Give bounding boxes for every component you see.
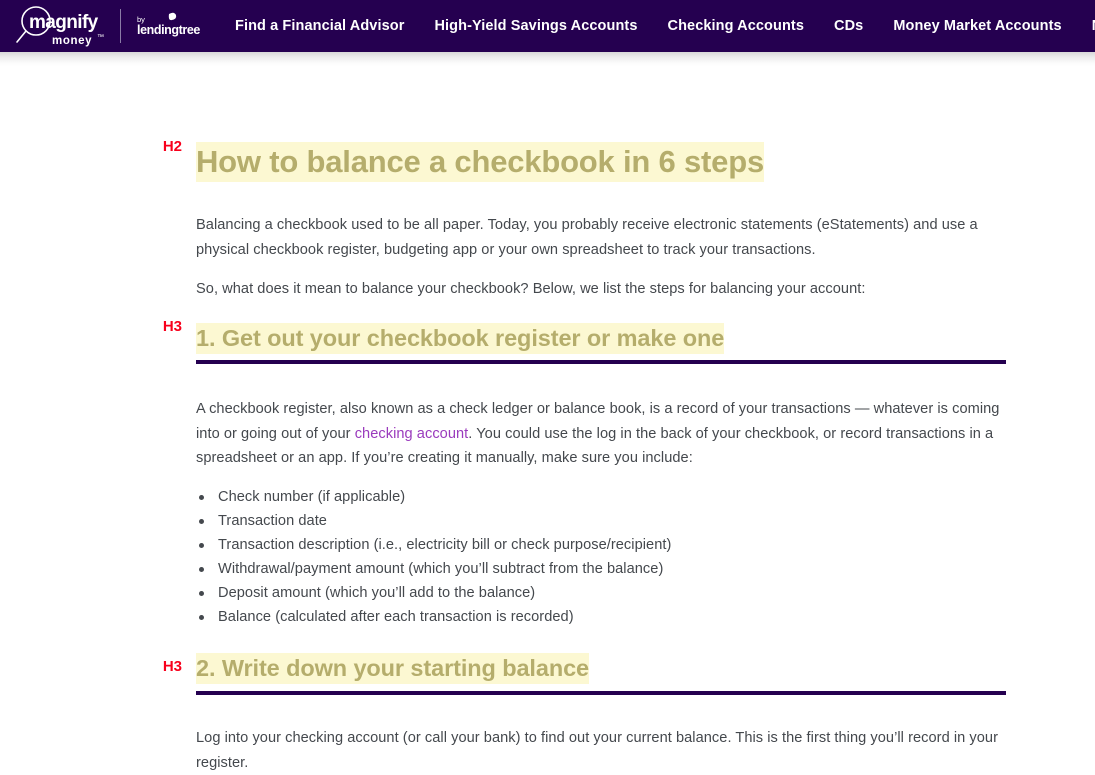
list-item: Withdrawal/payment amount (which you’ll … — [196, 557, 896, 581]
list-item: Deposit amount (which you’ll add to the … — [196, 581, 896, 605]
heading-level-marker-h2: H2 — [162, 138, 182, 155]
nav-link-high-yield-savings-accounts[interactable]: High-Yield Savings Accounts — [434, 18, 637, 34]
site-header-navbar: magnify money ™ by lendingtree Find a Fi… — [0, 0, 1095, 52]
nav-link-find-a-financial-advisor[interactable]: Find a Financial Advisor — [235, 18, 404, 34]
lendingtree-logo[interactable]: by lendingtree — [135, 9, 209, 43]
svg-text:money: money — [52, 35, 92, 47]
logo-divider — [120, 9, 121, 43]
section-1-divider — [196, 360, 1006, 364]
intro-paragraph-1: Balancing a checkbook used to be all pap… — [196, 217, 978, 258]
list-item: Transaction date — [196, 509, 896, 533]
primary-navigation: Find a Financial Advisor High-Yield Savi… — [235, 18, 1095, 34]
section-2-heading-text: 2. Write down your starting balance — [196, 653, 589, 684]
section-1-heading: 1. Get out your checkbook register or ma… — [196, 322, 724, 354]
list-item: Transaction description (i.e., electrici… — [196, 533, 896, 557]
heading-level-marker-h3-section-1: H3 — [162, 318, 182, 335]
list-item: Check number (if applicable) — [196, 485, 896, 509]
nav-link-money-market-accounts[interactable]: Money Market Accounts — [893, 18, 1061, 34]
intro-paragraph-2: So, what does it mean to balance your ch… — [196, 281, 866, 297]
brand-logo-lockup[interactable]: magnify money ™ by lendingtree — [12, 0, 209, 52]
section-2-paragraph: Log into your checking account (or call … — [196, 730, 998, 771]
heading-level-marker-h3-section-2: H3 — [162, 658, 182, 675]
page-title-h2: How to balance a checkbook in 6 steps — [196, 142, 764, 182]
magnifymoney-logo[interactable]: magnify money ™ — [12, 3, 108, 49]
section-2-divider — [196, 691, 1006, 695]
section-1-paragraph: A checkbook register, also known as a ch… — [196, 397, 1006, 471]
checking-account-link[interactable]: checking account — [355, 426, 469, 442]
svg-text:magnify: magnify — [29, 12, 99, 33]
section-1-heading-text: 1. Get out your checkbook register or ma… — [196, 323, 724, 354]
section-2-heading: 2. Write down your starting balance — [196, 652, 589, 684]
nav-link-cds[interactable]: CDs — [834, 18, 863, 34]
svg-text:lendingtree: lendingtree — [137, 23, 200, 37]
list-item: Balance (calculated after each transacti… — [196, 605, 896, 629]
nav-link-checking-accounts[interactable]: Checking Accounts — [668, 18, 805, 34]
checkbook-register-fields-list: Check number (if applicable) Transaction… — [196, 485, 896, 629]
svg-text:™: ™ — [97, 34, 104, 41]
page-title-h2-text: How to balance a checkbook in 6 steps — [196, 142, 764, 182]
header-drop-shadow — [0, 52, 1095, 66]
